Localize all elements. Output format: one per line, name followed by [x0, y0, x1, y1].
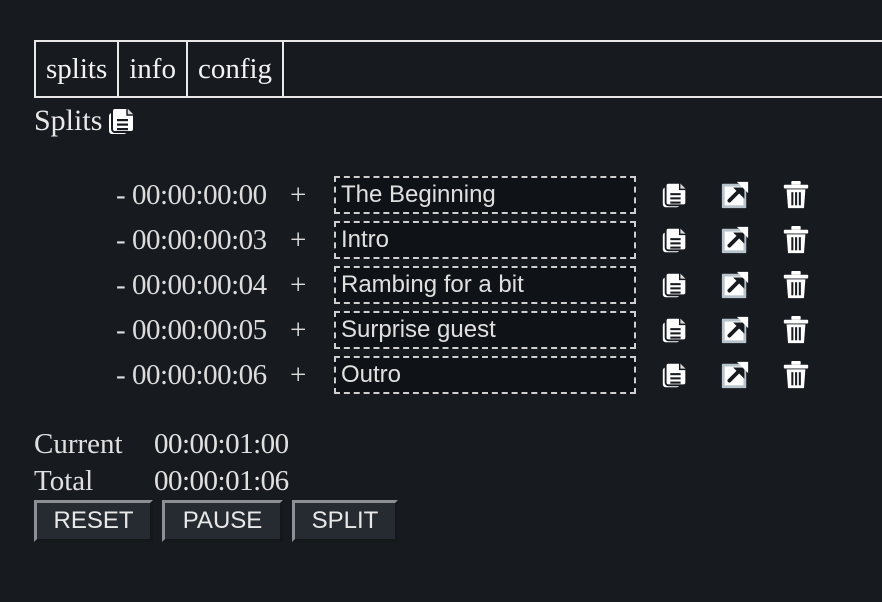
- section-header: Splits: [34, 104, 138, 138]
- split-name-input[interactable]: Surprise guest: [334, 311, 636, 349]
- increment-button[interactable]: +: [290, 176, 306, 214]
- decrement-button[interactable]: -: [116, 356, 126, 394]
- trash-icon[interactable]: [781, 225, 811, 255]
- split-row: - 00:00:00:00 + The Beginning: [0, 176, 882, 214]
- split-time: 00:00:00:04: [132, 269, 267, 301]
- tab-splits[interactable]: splits: [36, 42, 120, 96]
- split-name-input[interactable]: The Beginning: [334, 176, 636, 214]
- split-button[interactable]: SPLIT: [292, 500, 398, 542]
- increment-button[interactable]: +: [290, 311, 306, 349]
- current-label: Current: [34, 428, 123, 460]
- increment-button[interactable]: +: [290, 356, 306, 394]
- increment-button[interactable]: +: [290, 266, 306, 304]
- total-label: Total: [34, 465, 94, 497]
- copy-icon[interactable]: [660, 315, 690, 345]
- copy-icon[interactable]: [660, 225, 690, 255]
- current-time: 00:00:01:00: [154, 428, 289, 460]
- decrement-button[interactable]: -: [116, 176, 126, 214]
- tab-config[interactable]: config: [188, 42, 285, 96]
- split-row: - 00:00:00:03 + Intro: [0, 221, 882, 259]
- reset-button[interactable]: RESET: [34, 500, 153, 542]
- split-row: - 00:00:00:04 + Rambing for a bit: [0, 266, 882, 304]
- tab-info[interactable]: info: [119, 42, 188, 96]
- split-name-input[interactable]: Outro: [334, 356, 636, 394]
- external-edit-icon[interactable]: [720, 270, 750, 300]
- split-name-input[interactable]: Rambing for a bit: [334, 266, 636, 304]
- copy-icon[interactable]: [660, 270, 690, 300]
- trash-icon[interactable]: [781, 315, 811, 345]
- split-time: 00:00:00:05: [132, 314, 267, 346]
- split-name-input[interactable]: Intro: [334, 221, 636, 259]
- split-time: 00:00:00:00: [132, 179, 267, 211]
- increment-button[interactable]: +: [290, 221, 306, 259]
- section-title: Splits: [34, 104, 103, 137]
- split-time: 00:00:00:06: [132, 359, 267, 391]
- copy-icon[interactable]: [106, 105, 138, 137]
- external-edit-icon[interactable]: [720, 315, 750, 345]
- decrement-button[interactable]: -: [116, 266, 126, 304]
- external-edit-icon[interactable]: [720, 180, 750, 210]
- split-time: 00:00:00:03: [132, 224, 267, 256]
- decrement-button[interactable]: -: [116, 221, 126, 259]
- trash-icon[interactable]: [781, 180, 811, 210]
- external-edit-icon[interactable]: [720, 225, 750, 255]
- trash-icon[interactable]: [781, 270, 811, 300]
- copy-icon[interactable]: [660, 180, 690, 210]
- decrement-button[interactable]: -: [116, 311, 126, 349]
- total-time: 00:00:01:06: [154, 465, 289, 497]
- pause-button[interactable]: PAUSE: [162, 500, 283, 542]
- trash-icon[interactable]: [781, 360, 811, 390]
- copy-icon[interactable]: [660, 360, 690, 390]
- tab-bar: splits info config: [34, 40, 882, 98]
- split-row: - 00:00:00:05 + Surprise guest: [0, 311, 882, 349]
- external-edit-icon[interactable]: [720, 360, 750, 390]
- split-row: - 00:00:00:06 + Outro: [0, 356, 882, 394]
